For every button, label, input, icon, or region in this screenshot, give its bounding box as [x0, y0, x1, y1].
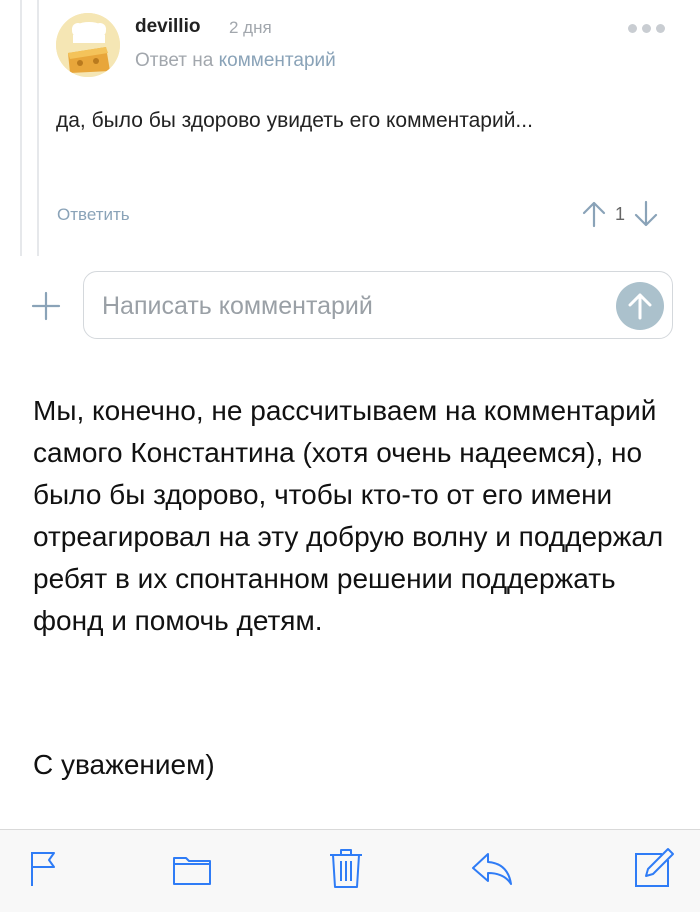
mail-toolbar [0, 829, 700, 912]
arrow-up-icon [628, 293, 652, 320]
comment-input[interactable]: Написать комментарий [83, 271, 673, 339]
reply-to-link[interactable]: комментарий [219, 50, 336, 71]
dot-icon [656, 24, 665, 33]
dot-icon [642, 24, 651, 33]
flag-icon[interactable] [24, 846, 68, 890]
vote-count: 1 [615, 203, 626, 224]
add-attachment-button[interactable] [30, 290, 62, 322]
trash-icon[interactable] [324, 846, 368, 890]
vote-control: 1 [581, 200, 659, 228]
more-options-button[interactable] [628, 24, 674, 38]
comment-author[interactable]: devillio [135, 16, 200, 38]
folder-icon[interactable] [170, 846, 214, 890]
upvote-arrow-icon[interactable] [581, 200, 607, 228]
send-button[interactable] [616, 282, 664, 330]
reply-icon[interactable] [470, 846, 514, 890]
thread-line [20, 0, 22, 256]
letter-paragraph: Мы, конечно, не рассчитываем на коммента… [33, 395, 664, 636]
dot-icon [628, 24, 637, 33]
letter-body: Мы, конечно, не рассчитываем на коммента… [33, 390, 683, 642]
letter-signoff: С уважением) [33, 749, 215, 780]
avatar[interactable] [56, 13, 120, 77]
reply-button[interactable]: Ответить [57, 205, 130, 225]
reply-to-line: Ответ на комментарий [135, 50, 336, 72]
comment-text: да, было бы здорово увидеть его коммента… [56, 109, 533, 132]
downvote-arrow-icon[interactable] [633, 200, 659, 228]
comment-input-placeholder: Написать комментарий [102, 292, 373, 320]
comment-date: 2 дня [229, 18, 272, 37]
compose-icon[interactable] [632, 846, 676, 890]
chef-avatar-icon [56, 13, 120, 77]
reply-to-prefix: Ответ на [135, 50, 214, 71]
thread-line-nested [37, 0, 39, 256]
